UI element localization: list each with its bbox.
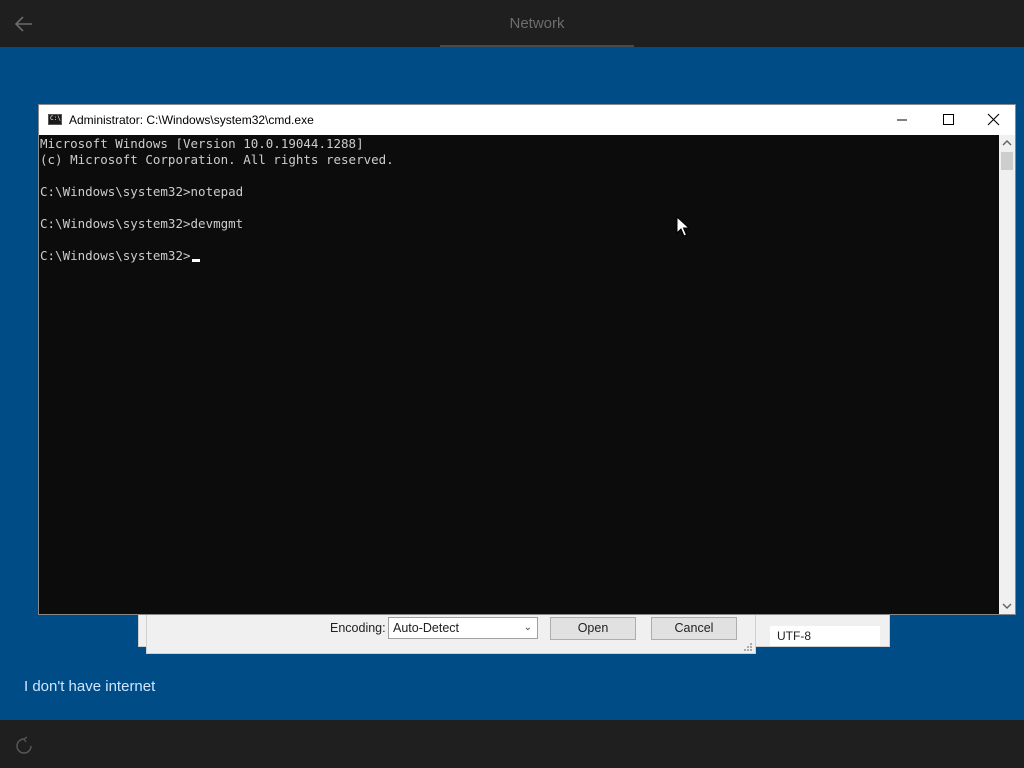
- resize-grip[interactable]: [744, 643, 752, 651]
- console-prompt-line: C:\Windows\system32>: [40, 248, 191, 263]
- maximize-button[interactable]: [925, 105, 971, 135]
- accessibility-icon: [16, 736, 32, 754]
- minimize-button[interactable]: [879, 105, 925, 135]
- console-line: C:\Windows\system32>notepad: [40, 184, 244, 199]
- cmd-window[interactable]: C:\ Administrator: C:\Windows\system32\c…: [38, 104, 1016, 615]
- cmd-window-title: Administrator: C:\Windows\system32\cmd.e…: [69, 113, 314, 127]
- minimize-icon: [897, 119, 907, 121]
- console-line: (c) Microsoft Corporation. All rights re…: [40, 152, 394, 167]
- no-internet-link[interactable]: I don't have internet: [24, 678, 155, 695]
- text-cursor: [191, 259, 200, 262]
- close-button[interactable]: [970, 105, 1016, 135]
- cmd-title-bar[interactable]: C:\ Administrator: C:\Windows\system32\c…: [39, 105, 1015, 135]
- encoding-select-value: Auto-Detect: [393, 621, 460, 635]
- encoding-select[interactable]: Auto-Detect ⌄: [388, 617, 538, 639]
- chevron-down-icon: [1002, 603, 1012, 609]
- cmd-app-icon[interactable]: C:\: [48, 114, 62, 125]
- resize-grip-icon: [744, 643, 752, 651]
- back-arrow-icon: [14, 16, 32, 32]
- title-underline: [440, 45, 634, 47]
- chevron-down-icon: ⌄: [523, 622, 532, 633]
- scroll-down-button[interactable]: [999, 597, 1015, 614]
- scrollbar-thumb[interactable]: [1001, 152, 1013, 170]
- scroll-up-button[interactable]: [999, 135, 1015, 152]
- console-line: Microsoft Windows [Version 10.0.19044.12…: [40, 136, 364, 151]
- page-title: Network: [509, 15, 565, 32]
- open-button[interactable]: Open: [550, 617, 636, 640]
- back-button[interactable]: [10, 10, 38, 38]
- oobe-footer: [0, 720, 1024, 768]
- mouse-pointer-icon: [676, 215, 691, 238]
- console-line: C:\Windows\system32>devmgmt: [40, 216, 244, 231]
- cancel-button[interactable]: Cancel: [651, 617, 737, 640]
- accessibility-button[interactable]: [14, 736, 34, 756]
- close-icon: [987, 113, 1000, 126]
- maximize-icon: [943, 114, 954, 125]
- vertical-scrollbar[interactable]: [999, 135, 1015, 614]
- encoding-field: UTF-8: [770, 626, 880, 646]
- chevron-up-icon: [1002, 140, 1012, 146]
- console-output[interactable]: Microsoft Windows [Version 10.0.19044.12…: [39, 135, 1000, 615]
- encoding-label: Encoding:: [330, 621, 386, 635]
